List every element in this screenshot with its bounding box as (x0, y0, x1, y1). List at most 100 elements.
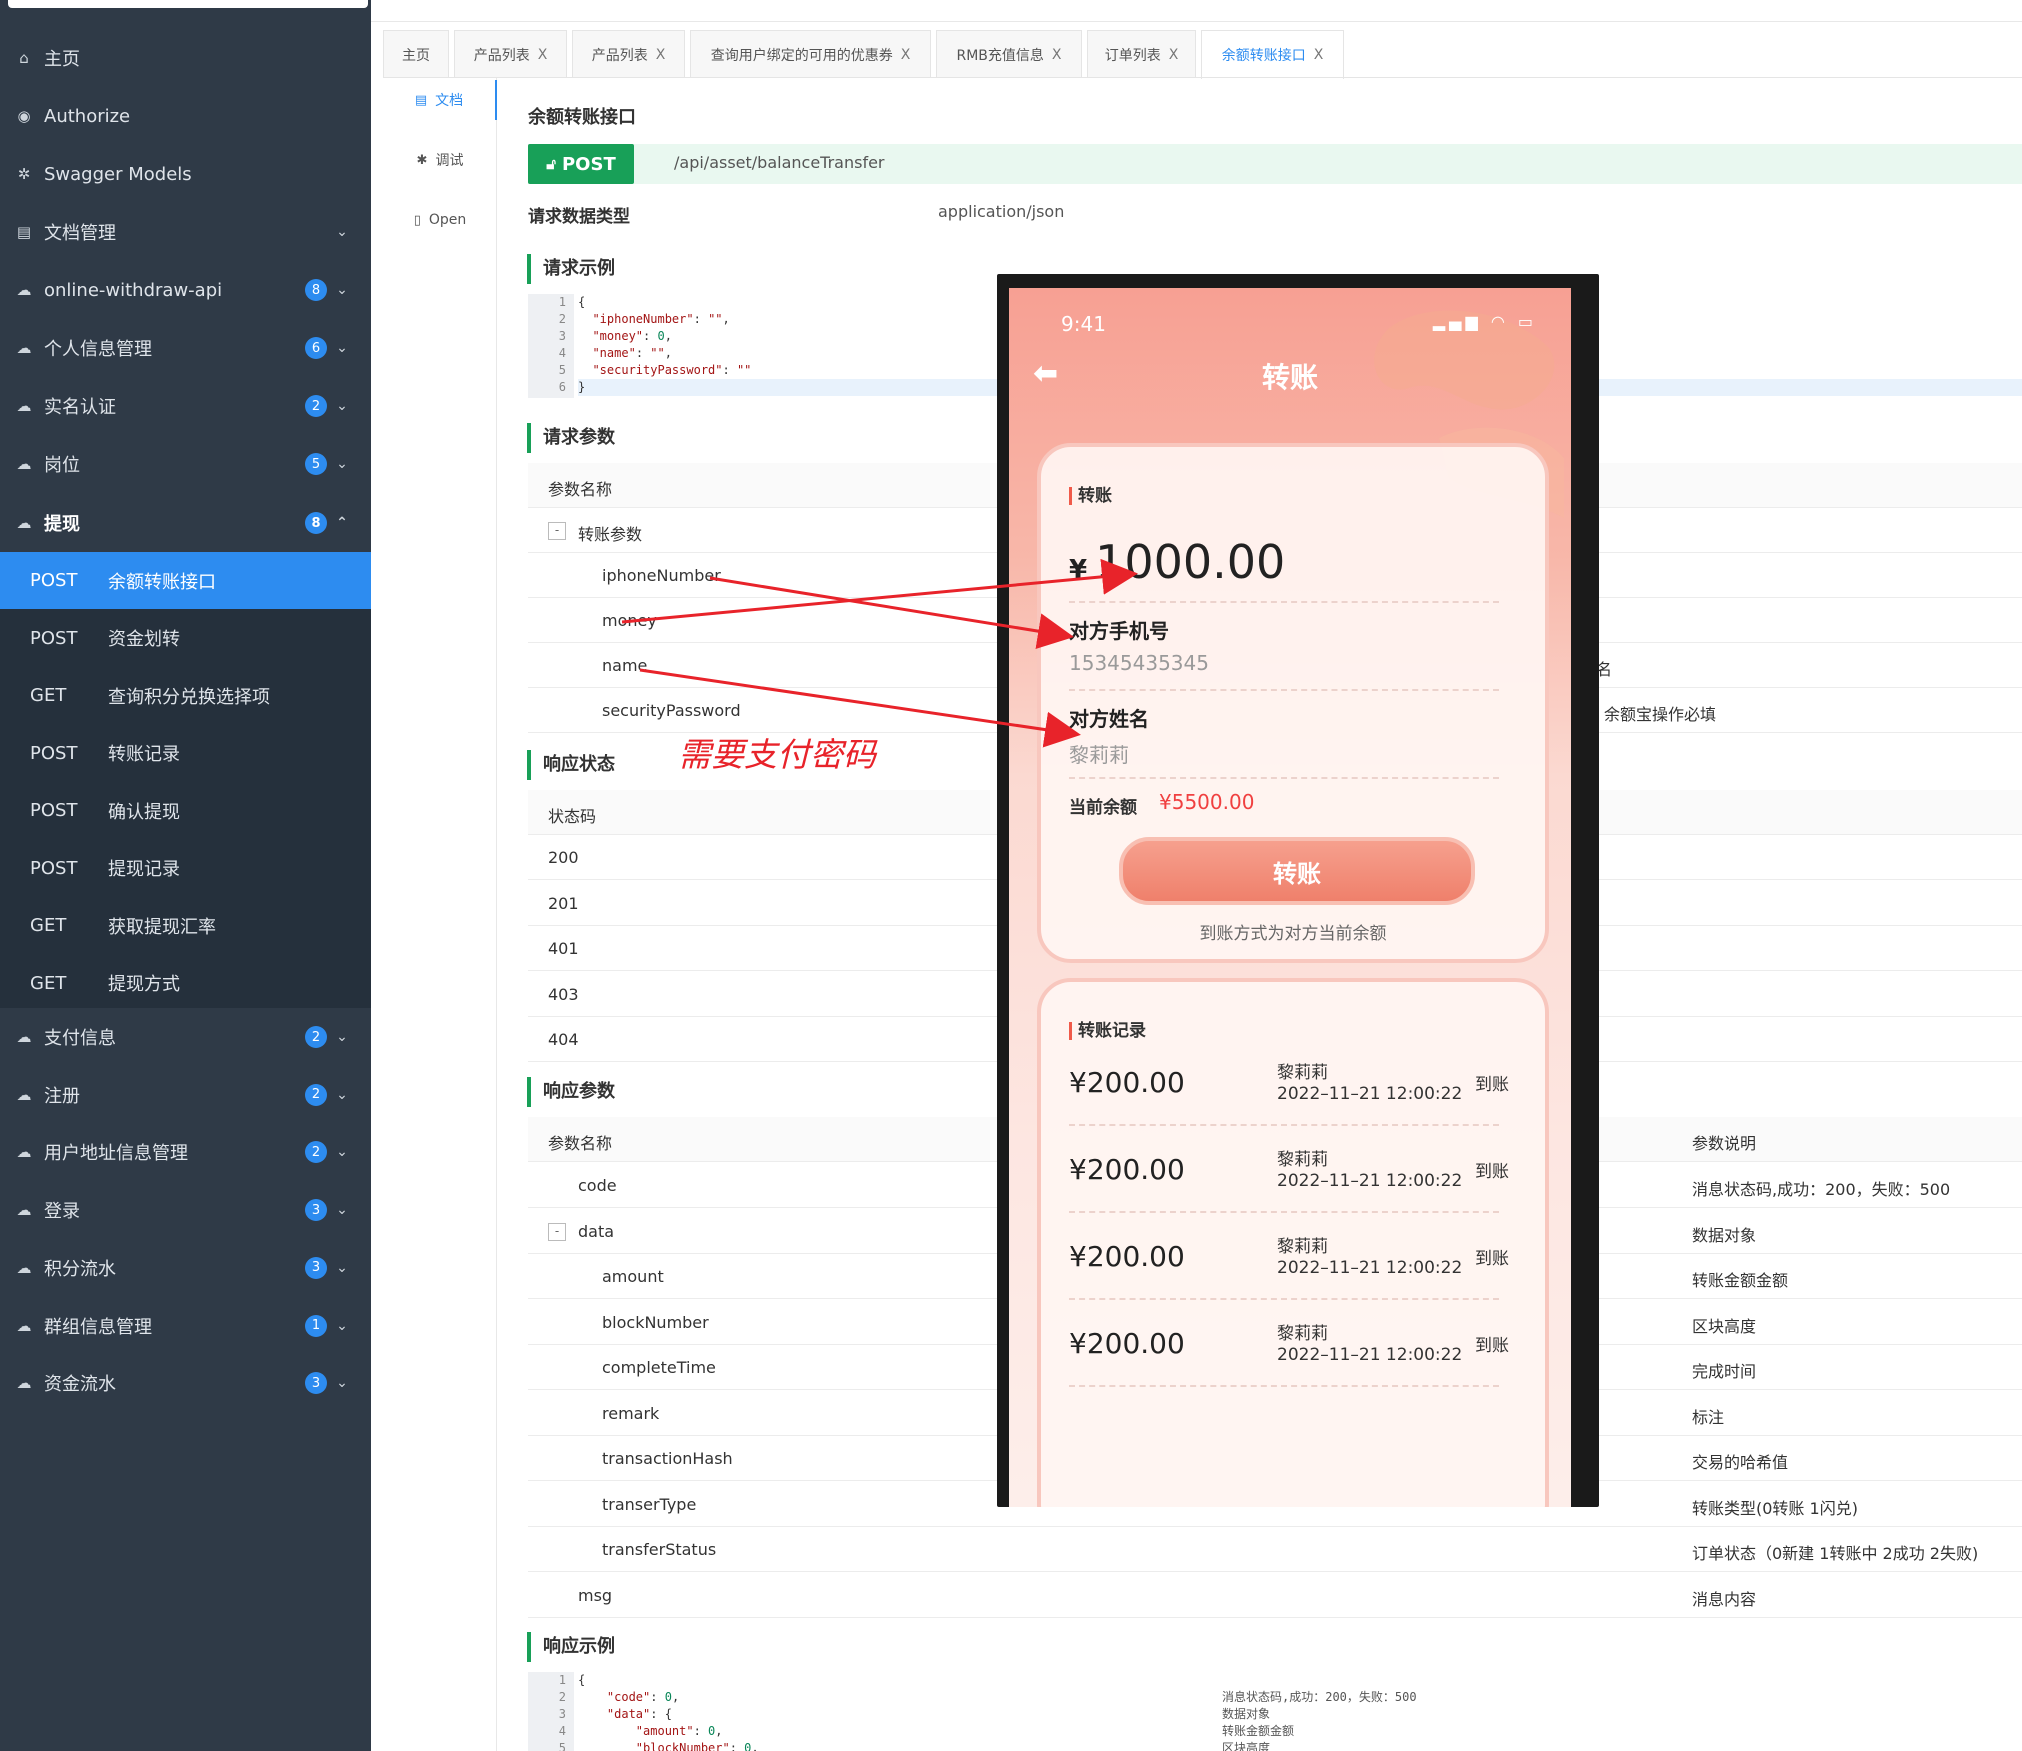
file-icon: ▯ (413, 212, 421, 228)
sidebar-subitem[interactable]: POST 余额转账接口 (0, 552, 371, 609)
sidebar-item-label: 注册 (44, 1085, 80, 1107)
line-number: 4 (558, 346, 566, 360)
sidebar-subitem[interactable]: POST 资金划转 (0, 610, 371, 667)
transfer-note: 到账方式为对方当前余额 (1199, 924, 1387, 944)
collapse-toggle[interactable]: - (548, 1222, 566, 1241)
resp-param-desc: 订单状态（0新建 1转账中 2成功 2失败) (1692, 1544, 1979, 1563)
records-title: 转账记录 (1069, 1022, 1146, 1040)
http-method: POST (30, 857, 78, 879)
count-badge: 3 (305, 1256, 327, 1279)
http-method: POST (30, 570, 78, 591)
sidebar-item[interactable]: ☁ 支付信息 2 ⌄ (0, 1008, 371, 1066)
tab[interactable]: 订单列表 X (1087, 30, 1196, 78)
sidebar-item[interactable]: ☁ 实名认证 2 ⌄ (0, 377, 371, 435)
recipient-phone-input[interactable]: 15345435345 (1069, 651, 1209, 675)
records-card: 转账记录 ¥200.00 黎莉莉 2022–11–21 12:00:22 到账 ¥200… (1037, 978, 1549, 1507)
mini-nav-item[interactable]: ▯ Open (383, 200, 497, 240)
sidebar-item[interactable]: ☁ 积分流水 3 ⌄ (0, 1239, 371, 1297)
close-icon[interactable]: X (901, 47, 911, 63)
sidebar-item[interactable]: ☁ 提现 8 ⌃ (0, 494, 371, 552)
chevron-down-icon: ⌄ (336, 398, 348, 414)
record-amount: ¥200.00 (1069, 1240, 1185, 1273)
close-icon[interactable]: X (1052, 47, 1062, 63)
sidebar-item[interactable]: ☁ 群组信息管理 1 ⌄ (0, 1297, 371, 1355)
close-icon[interactable]: X (1314, 47, 1324, 63)
response-params-title: 响应参数 (527, 1077, 615, 1107)
line-number: 5 (558, 1741, 566, 1751)
mini-nav-item[interactable]: ▤ 文档 (383, 80, 497, 120)
close-icon[interactable]: X (1169, 47, 1179, 63)
tab[interactable]: 查询用户绑定的可用的优惠券 X (690, 30, 931, 78)
table-row: transferStatus 订单状态（0新建 1转账中 2成功 2失败) (528, 1527, 2022, 1572)
cloud-icon: ☁ (16, 339, 32, 357)
sidebar-item[interactable]: ☁ 资金流水 3 ⌄ (0, 1354, 371, 1412)
sidebar-item-label: online-withdraw-api (44, 279, 223, 301)
divider (1069, 1124, 1499, 1126)
endpoint-url[interactable]: /api/asset/balanceTransfer (674, 153, 885, 172)
param-name: name (602, 656, 648, 675)
sidebar-item-label: 积分流水 (44, 1258, 116, 1280)
resp-param-name: transerType (602, 1494, 697, 1514)
sidebar-item[interactable]: ✲ Swagger Models (0, 145, 371, 203)
sidebar-item[interactable]: ◉ Authorize (0, 87, 371, 145)
resp-param-name: transferStatus (602, 1540, 717, 1559)
tab[interactable]: 主页 (383, 30, 449, 78)
bug-icon: ✱ (416, 152, 428, 168)
chevron-down-icon: ⌄ (336, 1375, 348, 1392)
phone-screen: 9:41 ▂▄▆ ◠ ▭ ⬅ 转账 转账 ¥1000.00 对方手机号 1534… (1009, 288, 1571, 1507)
sidebar-item[interactable]: ☁ 注册 2 ⌄ (0, 1066, 371, 1124)
sidebar-subitem[interactable]: GET 提现方式 (0, 955, 371, 1012)
resp-param-desc-header: 参数说明 (1692, 1134, 1757, 1153)
sidebar-item[interactable]: ▤ 文档管理 ⌄ (0, 203, 371, 261)
tab[interactable]: 余额转账接口 X (1201, 30, 1344, 79)
record-amount: ¥200.00 (1069, 1153, 1185, 1186)
line-number: 2 (558, 312, 566, 326)
sidebar-item-label: 用户地址信息管理 (44, 1143, 188, 1165)
line-number: 1 (558, 295, 566, 309)
recipient-name-input[interactable]: 黎莉莉 (1069, 739, 1129, 768)
tab[interactable]: RMB充值信息 X (936, 30, 1082, 78)
signal-wifi-battery-icon: ▂▄▆ ◠ ▭ (1432, 312, 1537, 331)
close-icon[interactable]: X (538, 47, 548, 63)
chevron-down-icon: ⌄ (336, 224, 348, 240)
balance-label: 当前余额 (1069, 798, 1137, 818)
sidebar-search-box[interactable] (8, 0, 368, 8)
gear-icon: ✲ (17, 165, 31, 183)
transfer-button[interactable]: 转账 (1119, 837, 1475, 905)
tab[interactable]: 产品列表 X (572, 30, 685, 78)
sidebar-item-label: 文档管理 (44, 223, 116, 244)
sidebar-item[interactable]: ☁ 岗位 5 ⌄ (0, 435, 371, 493)
sidebar-subitem[interactable]: GET 查询积分兑换选择项 (0, 667, 371, 724)
transfer-amount[interactable]: ¥1000.00 (1069, 535, 1285, 589)
sidebar-item[interactable]: ☁ 个人信息管理 6 ⌄ (0, 319, 371, 377)
mini-nav-item[interactable]: ✱ 调试 (383, 140, 497, 180)
status-code: 200 (548, 848, 579, 867)
sidebar-item[interactable]: ☁ 用户地址信息管理 2 ⌄ (0, 1123, 371, 1181)
sidebar-subitem[interactable]: POST 提现记录 (0, 840, 371, 897)
code-text: { "iphoneNumber": "", "money": 0, "name"… (578, 295, 752, 394)
count-badge: 3 (305, 1372, 327, 1395)
response-example-code[interactable]: 1 2 3 4 5 { "code": 0, "data": { "amount": 0… (528, 1672, 2022, 1751)
tab-label: 订单列表 (1104, 47, 1161, 64)
tab[interactable]: 产品列表 X (454, 30, 567, 78)
request-example-title: 请求示例 (527, 254, 615, 284)
sidebar-item-label: 提现 (44, 514, 80, 535)
cloud-icon: ☁ (16, 1143, 32, 1162)
sidebar-item-label: 个人信息管理 (44, 339, 152, 360)
sidebar-subitem[interactable]: GET 获取提现汇率 (0, 897, 371, 954)
param-desc: 余额宝操作必填 (1604, 705, 1717, 724)
sidebar-subitem[interactable]: POST 确认提现 (0, 782, 371, 839)
param-name: iphoneNumber (602, 566, 721, 585)
collapse-toggle[interactable]: - (548, 522, 566, 540)
sidebar-item[interactable]: ☁ 登录 3 ⌄ (0, 1181, 371, 1239)
status-code: 404 (548, 1030, 579, 1049)
resp-param-name: code (578, 1176, 617, 1195)
sidebar-item[interactable]: ⌂ 主页 (0, 29, 371, 87)
sidebar-item[interactable]: ☁ online-withdraw-api 8 ⌄ (0, 261, 371, 319)
code-comment: 消息状态码,成功：200，失败：500 (1222, 1690, 1417, 1704)
sidebar-subitem[interactable]: POST 转账记录 (0, 725, 371, 782)
close-icon[interactable]: X (656, 47, 666, 63)
status-code: 403 (548, 984, 579, 1004)
content-type-value: application/json (938, 202, 1065, 221)
record-status: 到账 (1475, 1075, 1509, 1095)
